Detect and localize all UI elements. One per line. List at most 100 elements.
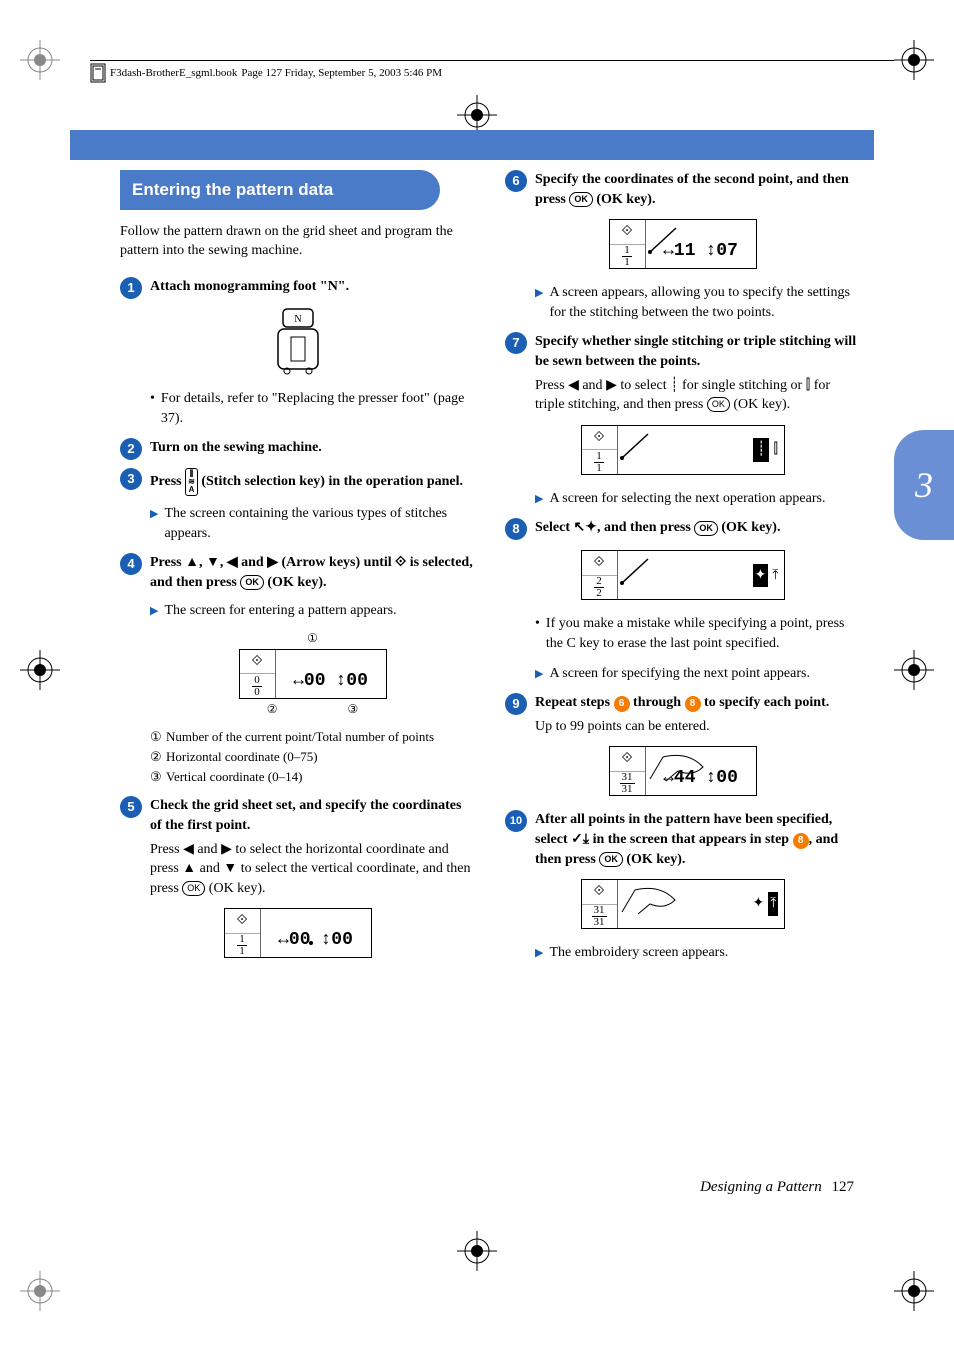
triple-stitch-icon: ⫿ <box>773 440 777 460</box>
left-column: Entering the pattern data Follow the pat… <box>120 170 475 973</box>
right-column: 6 Specify the coordinates of the second … <box>505 170 860 973</box>
lcd-diagram-3: ⟐11 ↔11 ↕07 <box>505 219 860 269</box>
step-6: 6 Specify the coordinates of the second … <box>505 170 860 209</box>
lcd-diagram-2: ⟐11 ↔00 ↕00 <box>120 908 475 958</box>
step-text: Up to 99 points can be entered. <box>535 717 860 737</box>
arrow-down-icon: ▼ <box>206 555 220 570</box>
step-title: Attach monogramming foot "N". <box>150 279 349 294</box>
arrow-down-icon: ▼ <box>223 861 237 876</box>
ok-key-icon: OK <box>694 521 718 536</box>
step-number: 4 <box>120 553 142 575</box>
arrow-left-icon: ◀ <box>183 842 194 857</box>
ok-key-icon: OK <box>707 397 730 412</box>
step-text: Press <box>150 474 185 489</box>
step-number: 6 <box>505 170 527 192</box>
inline-step-ref-icon: 8 <box>685 696 701 712</box>
intro-text: Follow the pattern drawn on the grid she… <box>120 222 475 261</box>
step-3: 3 Press ⫼≋A (Stitch selection key) in th… <box>120 468 475 496</box>
footer-title: Designing a Pattern <box>700 1179 822 1195</box>
step-number: 2 <box>120 438 142 460</box>
step-6-result: ▶A screen appears, allowing you to speci… <box>535 283 860 322</box>
step-text: (OK key). <box>593 192 656 207</box>
continue-icon: ✦ <box>753 894 765 914</box>
step-9: 9 Repeat steps 6 through 8 to specify ea… <box>505 693 860 736</box>
header-line: F3dash-BrotherE_sgml.book Page 127 Frida… <box>90 60 894 83</box>
step-8: 8 Select ↖✦, and then press OK (OK key). <box>505 518 860 540</box>
lcd-diagram-4: ⟐11 ┊⫿ <box>505 425 860 475</box>
arrow-icon: ▶ <box>535 946 543 963</box>
step-number: 10 <box>505 810 527 832</box>
book-icon <box>90 63 106 83</box>
step-number: 9 <box>505 693 527 715</box>
blue-band <box>0 130 874 160</box>
step-text: Press ◀ and ▶ to select ┊ for single sti… <box>535 376 860 415</box>
ok-key-icon: OK <box>182 881 205 896</box>
step-text: in the screen that appears in step <box>589 832 793 847</box>
header-pageinfo: Page 127 Friday, September 5, 2003 5:46 … <box>241 67 442 79</box>
step-text: Press <box>150 555 185 570</box>
annotation-2: ②Horizontal coordinate (0–75) <box>150 748 475 766</box>
lcd-diagram-7: ⟐3131 ✦⤒ <box>505 879 860 929</box>
step-5: 5 Check the grid sheet set, and specify … <box>120 796 475 898</box>
end-icon: ⤒ <box>772 566 778 586</box>
step-number: 3 <box>120 468 142 490</box>
arrow-right-icon: ▶ <box>267 555 278 570</box>
step-text: (OK key). <box>718 520 781 535</box>
arrow-up-icon: ▲ <box>182 861 196 876</box>
chapter-tab: 3 <box>894 430 954 540</box>
step-text: Select <box>535 520 573 535</box>
registration-mark-icon <box>894 650 934 690</box>
registration-mark-icon <box>894 40 934 80</box>
step-7: 7 Specify whether single stitching or tr… <box>505 332 860 414</box>
step-text: (OK key). <box>264 575 327 590</box>
section-heading: Entering the pattern data <box>120 170 440 210</box>
registration-mark-icon <box>20 40 60 80</box>
step-text: (Arrow keys) until <box>278 555 395 570</box>
step-8-bullet: •If you make a mistake while specifying … <box>535 614 860 653</box>
ok-key-icon: OK <box>599 852 623 867</box>
step-3-result: ▶The screen containing the various types… <box>150 504 475 543</box>
footer: Designing a Pattern 127 <box>700 1179 854 1196</box>
step-1-detail: •For details, refer to "Replacing the pr… <box>150 389 475 428</box>
step-text: Press ◀ and ▶ to select the horizontal c… <box>150 840 475 899</box>
step-4-result: ▶The screen for entering a pattern appea… <box>150 601 475 621</box>
step-text: (Stitch selection key) in the operation … <box>198 474 463 489</box>
registration-mark-icon <box>457 1231 497 1271</box>
footer-page-number: 127 <box>832 1179 855 1195</box>
arrow-icon: ▶ <box>150 604 158 621</box>
arrow-icon: ▶ <box>535 492 543 509</box>
svg-text:N: N <box>294 314 301 325</box>
ok-key-icon: OK <box>240 575 264 590</box>
lcd-diagram-6: ⟐3131 ↔44 ↕00 <box>505 746 860 796</box>
presser-foot-diagram: N <box>120 307 475 377</box>
continue-icon: ✦ <box>753 564 769 588</box>
stitch-selection-key-icon: ⫼≋A <box>185 468 198 496</box>
end-pattern-icon: ✓⤓ <box>571 832 589 847</box>
step-7-result: ▶A screen for selecting the next operati… <box>535 489 860 509</box>
arrow-right-icon: ▶ <box>606 378 617 393</box>
arrow-icon: ▶ <box>535 286 543 322</box>
lcd-diagram-1: ① ⟐00 ↔00 ↕00 ②③ <box>150 630 475 718</box>
step-title: Turn on the sewing machine. <box>150 440 322 455</box>
single-stitch-icon: ┊ <box>670 378 678 393</box>
annotation-1: ①Number of the current point/Total numbe… <box>150 728 475 746</box>
step-number: 8 <box>505 518 527 540</box>
step-title: Specify whether single stitching or trip… <box>535 332 860 371</box>
continue-icon: ↖✦ <box>573 520 596 535</box>
header-filename: F3dash-BrotherE_sgml.book <box>110 67 237 79</box>
step-number: 5 <box>120 796 142 818</box>
ok-key-icon: OK <box>569 192 593 207</box>
step-10-result: ▶The embroidery screen appears. <box>535 943 860 963</box>
step-4: 4 Press ▲, ▼, ◀ and ▶ (Arrow keys) until… <box>120 553 475 592</box>
single-stitch-icon: ┊ <box>753 438 769 462</box>
end-icon: ⤒ <box>768 892 778 916</box>
step-number: 1 <box>120 277 142 299</box>
arrow-left-icon: ◀ <box>227 555 238 570</box>
step-2: 2 Turn on the sewing machine. <box>120 438 475 460</box>
arrow-icon: ▶ <box>150 507 158 543</box>
arrow-left-icon: ◀ <box>568 378 579 393</box>
registration-mark-icon <box>20 650 60 690</box>
arrow-right-icon: ▶ <box>221 842 232 857</box>
step-text: , and then press <box>597 520 694 535</box>
lcd-diagram-5: ⟐22 ✦⤒ <box>505 550 860 600</box>
